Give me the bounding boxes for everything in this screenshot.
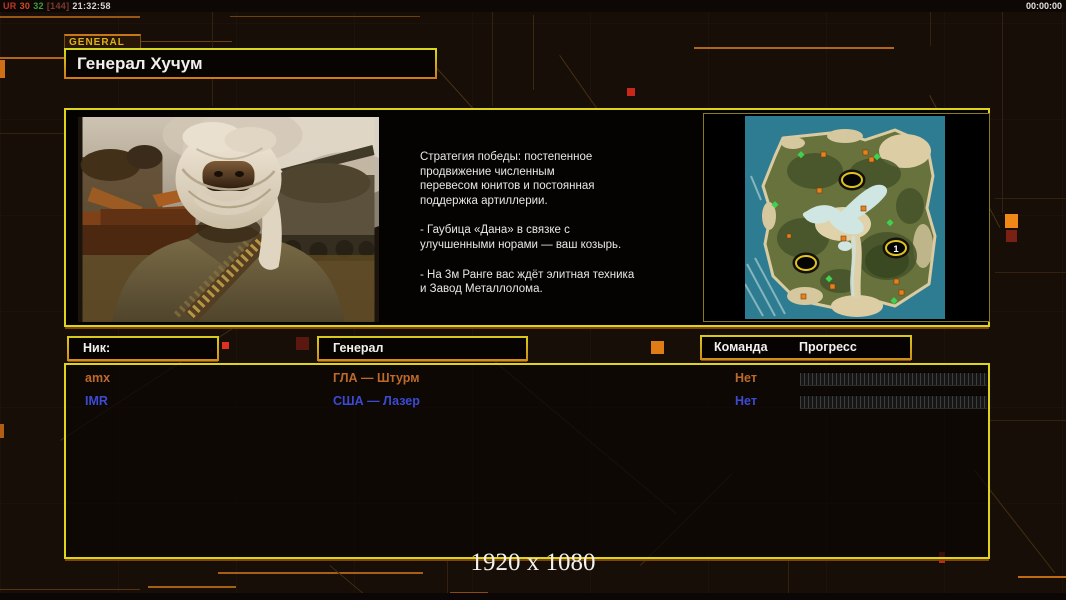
top-black-bar (0, 0, 1066, 12)
column-header-team-progress: Команда Прогресс (700, 335, 912, 360)
map-preview-image: 1 (745, 116, 945, 319)
tab-general: GENERAL (64, 34, 141, 48)
player-progress-bar (800, 372, 987, 386)
player-nick: amx (85, 371, 111, 385)
circuit-decor (296, 337, 309, 350)
player-row: IMR США — Лазер Нет (66, 391, 988, 413)
circuit-decor (995, 198, 1066, 199)
circuit-decor (995, 272, 1066, 273)
general-title-box: Генерал Хучум (64, 48, 437, 79)
circuit-decor (0, 16, 140, 18)
circuit-decor (0, 589, 140, 590)
debug-overlay: UR 30 32 [144] 21:32:58 (3, 1, 114, 11)
player-general: США — Лазер (333, 394, 420, 408)
strategy-briefing: Стратегия победы: постепенное продвижени… (420, 150, 705, 312)
map-preview-panel: 1 (703, 113, 990, 322)
circuit-decor (651, 341, 664, 354)
general-name: Генерал Хучум (77, 54, 203, 73)
player-nick: IMR (85, 394, 108, 408)
circuit-decor (0, 60, 5, 78)
general-info-panel: Стратегия победы: постепенное продвижени… (64, 108, 990, 327)
circuit-decor (222, 342, 229, 349)
briefing-paragraph: - Гаубица «Дана» в связке с улучшенными … (420, 224, 622, 251)
player-team: Нет (735, 394, 757, 408)
circuit-decor (492, 0, 493, 106)
player-general: ГЛА — Штурм (333, 371, 420, 385)
circuit-decor (694, 47, 894, 49)
briefing-paragraph: Стратегия победы: постепенное продвижени… (420, 151, 595, 207)
bottom-black-bar (0, 593, 1066, 600)
circuit-decor (230, 16, 420, 17)
player-row: amx ГЛА — Штурм Нет (66, 368, 988, 390)
column-header-progress: Прогресс (799, 340, 857, 354)
column-header-team: Команда (714, 340, 768, 354)
player-list-panel: amx ГЛА — Штурм Нет IMR США — Лазер Нет (64, 363, 990, 559)
player-progress-bar (800, 395, 987, 409)
column-header-nick: Ник: (67, 336, 219, 361)
circuit-decor (1005, 214, 1018, 228)
resolution-label: 1920 x 1080 (470, 549, 596, 576)
player-team: Нет (735, 371, 757, 385)
circuit-decor (1002, 8, 1003, 213)
circuit-decor (0, 133, 64, 134)
debug-label: UR (3, 1, 17, 11)
circuit-decor (627, 88, 635, 96)
fps-counter: 30 (19, 1, 31, 11)
circuit-decor (148, 586, 236, 588)
column-header-general: Генерал (317, 336, 528, 361)
frame-counter: [144] (46, 1, 70, 11)
briefing-paragraph: - На 3м Ранге вас ждёт элитная техника и… (420, 268, 635, 296)
game-lobby-screen: UR 30 32 [144] 21:32:58 00:00:00 GENERAL Ген… (0, 0, 1066, 600)
latency-counter: 32 (33, 1, 44, 11)
circuit-decor (990, 420, 1066, 421)
circuit-decor (533, 15, 534, 90)
debug-clock: 21:32:58 (72, 1, 111, 11)
game-timer: 00:00:00 (1025, 1, 1062, 11)
circuit-decor (0, 424, 4, 438)
general-portrait (78, 117, 379, 322)
start-position-1-label: 1 (893, 244, 899, 255)
circuit-decor (1006, 230, 1017, 242)
